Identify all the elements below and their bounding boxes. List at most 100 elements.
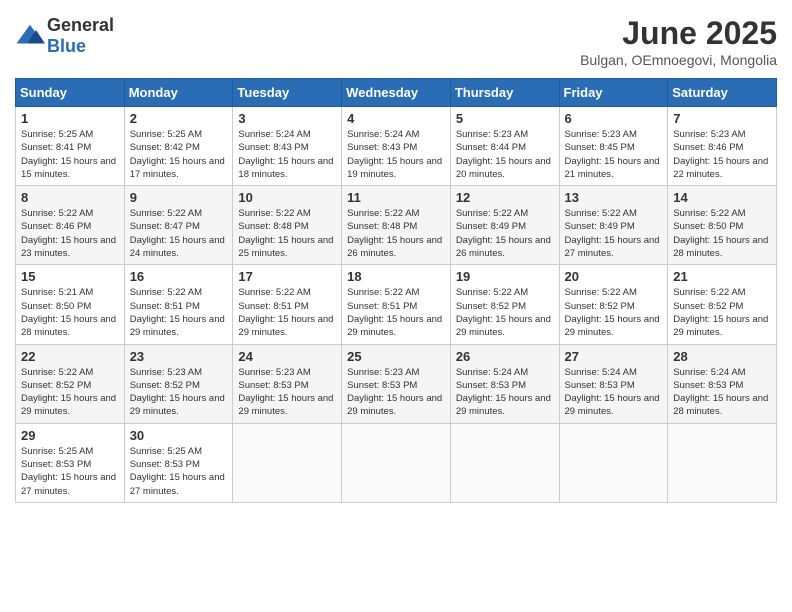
sunset-label: Sunset: 8:46 PM <box>673 142 743 153</box>
sunrise-label: Sunrise: 5:24 AM <box>456 367 528 378</box>
sunrise-label: Sunrise: 5:24 AM <box>673 367 745 378</box>
day-info: Sunrise: 5:23 AM Sunset: 8:52 PM Dayligh… <box>130 366 228 419</box>
calendar-cell: 24 Sunrise: 5:23 AM Sunset: 8:53 PM Dayl… <box>233 344 342 423</box>
sunset-label: Sunset: 8:48 PM <box>347 221 417 232</box>
sunset-label: Sunset: 8:43 PM <box>238 142 308 153</box>
sunset-label: Sunset: 8:46 PM <box>21 221 91 232</box>
sunrise-label: Sunrise: 5:22 AM <box>456 208 528 219</box>
day-number: 1 <box>21 111 119 126</box>
sunset-label: Sunset: 8:53 PM <box>456 380 526 391</box>
sunrise-label: Sunrise: 5:22 AM <box>238 208 310 219</box>
day-number: 19 <box>456 269 554 284</box>
sunrise-label: Sunrise: 5:24 AM <box>565 367 637 378</box>
calendar-cell: 21 Sunrise: 5:22 AM Sunset: 8:52 PM Dayl… <box>668 265 777 344</box>
sunrise-label: Sunrise: 5:24 AM <box>238 129 310 140</box>
calendar-cell: 12 Sunrise: 5:22 AM Sunset: 8:49 PM Dayl… <box>450 186 559 265</box>
header-tuesday: Tuesday <box>233 79 342 107</box>
sunset-label: Sunset: 8:44 PM <box>456 142 526 153</box>
day-number: 22 <box>21 349 119 364</box>
sunrise-label: Sunrise: 5:22 AM <box>21 367 93 378</box>
day-number: 25 <box>347 349 445 364</box>
calendar-title: June 2025 <box>580 15 777 52</box>
daylight-label: Daylight: 15 hours and 27 minutes. <box>565 235 660 259</box>
day-number: 2 <box>130 111 228 126</box>
sunset-label: Sunset: 8:52 PM <box>21 380 91 391</box>
daylight-label: Daylight: 15 hours and 28 minutes. <box>673 393 768 417</box>
day-info: Sunrise: 5:22 AM Sunset: 8:48 PM Dayligh… <box>347 207 445 260</box>
daylight-label: Daylight: 15 hours and 19 minutes. <box>347 156 442 180</box>
daylight-label: Daylight: 15 hours and 29 minutes. <box>673 314 768 338</box>
day-info: Sunrise: 5:22 AM Sunset: 8:50 PM Dayligh… <box>673 207 771 260</box>
calendar-body: 1 Sunrise: 5:25 AM Sunset: 8:41 PM Dayli… <box>16 107 777 503</box>
daylight-label: Daylight: 15 hours and 21 minutes. <box>565 156 660 180</box>
day-info: Sunrise: 5:22 AM Sunset: 8:47 PM Dayligh… <box>130 207 228 260</box>
week-row-3: 15 Sunrise: 5:21 AM Sunset: 8:50 PM Dayl… <box>16 265 777 344</box>
day-info: Sunrise: 5:24 AM Sunset: 8:53 PM Dayligh… <box>456 366 554 419</box>
day-number: 23 <box>130 349 228 364</box>
calendar-cell: 26 Sunrise: 5:24 AM Sunset: 8:53 PM Dayl… <box>450 344 559 423</box>
day-number: 17 <box>238 269 336 284</box>
sunset-label: Sunset: 8:52 PM <box>456 301 526 312</box>
logo-icon <box>15 21 45 51</box>
logo-text-general: General <box>47 15 114 35</box>
day-number: 4 <box>347 111 445 126</box>
day-number: 8 <box>21 190 119 205</box>
daylight-label: Daylight: 15 hours and 29 minutes. <box>21 393 116 417</box>
day-number: 16 <box>130 269 228 284</box>
daylight-label: Daylight: 15 hours and 27 minutes. <box>21 472 116 496</box>
header-saturday: Saturday <box>668 79 777 107</box>
daylight-label: Daylight: 15 hours and 25 minutes. <box>238 235 333 259</box>
sunrise-label: Sunrise: 5:23 AM <box>456 129 528 140</box>
sunrise-label: Sunrise: 5:25 AM <box>130 446 202 457</box>
day-number: 5 <box>456 111 554 126</box>
sunset-label: Sunset: 8:42 PM <box>130 142 200 153</box>
daylight-label: Daylight: 15 hours and 15 minutes. <box>21 156 116 180</box>
sunrise-label: Sunrise: 5:22 AM <box>456 287 528 298</box>
calendar-cell: 29 Sunrise: 5:25 AM Sunset: 8:53 PM Dayl… <box>16 423 125 502</box>
sunset-label: Sunset: 8:52 PM <box>673 301 743 312</box>
day-info: Sunrise: 5:24 AM Sunset: 8:43 PM Dayligh… <box>238 128 336 181</box>
week-row-5: 29 Sunrise: 5:25 AM Sunset: 8:53 PM Dayl… <box>16 423 777 502</box>
sunrise-label: Sunrise: 5:23 AM <box>347 367 419 378</box>
week-row-2: 8 Sunrise: 5:22 AM Sunset: 8:46 PM Dayli… <box>16 186 777 265</box>
week-row-1: 1 Sunrise: 5:25 AM Sunset: 8:41 PM Dayli… <box>16 107 777 186</box>
sunset-label: Sunset: 8:51 PM <box>238 301 308 312</box>
day-number: 21 <box>673 269 771 284</box>
calendar-cell: 10 Sunrise: 5:22 AM Sunset: 8:48 PM Dayl… <box>233 186 342 265</box>
sunrise-label: Sunrise: 5:23 AM <box>673 129 745 140</box>
logo: General Blue <box>15 15 114 57</box>
sunrise-label: Sunrise: 5:23 AM <box>238 367 310 378</box>
day-number: 6 <box>565 111 663 126</box>
sunset-label: Sunset: 8:53 PM <box>238 380 308 391</box>
sunrise-label: Sunrise: 5:22 AM <box>565 287 637 298</box>
sunset-label: Sunset: 8:50 PM <box>673 221 743 232</box>
header-wednesday: Wednesday <box>342 79 451 107</box>
sunset-label: Sunset: 8:53 PM <box>21 459 91 470</box>
sunrise-label: Sunrise: 5:22 AM <box>130 208 202 219</box>
calendar-cell: 5 Sunrise: 5:23 AM Sunset: 8:44 PM Dayli… <box>450 107 559 186</box>
calendar-cell: 14 Sunrise: 5:22 AM Sunset: 8:50 PM Dayl… <box>668 186 777 265</box>
header-row: SundayMondayTuesdayWednesdayThursdayFrid… <box>16 79 777 107</box>
calendar-table: SundayMondayTuesdayWednesdayThursdayFrid… <box>15 78 777 503</box>
daylight-label: Daylight: 15 hours and 26 minutes. <box>456 235 551 259</box>
day-number: 10 <box>238 190 336 205</box>
calendar-cell: 18 Sunrise: 5:22 AM Sunset: 8:51 PM Dayl… <box>342 265 451 344</box>
calendar-cell: 22 Sunrise: 5:22 AM Sunset: 8:52 PM Dayl… <box>16 344 125 423</box>
day-info: Sunrise: 5:22 AM Sunset: 8:46 PM Dayligh… <box>21 207 119 260</box>
calendar-cell: 28 Sunrise: 5:24 AM Sunset: 8:53 PM Dayl… <box>668 344 777 423</box>
day-info: Sunrise: 5:22 AM Sunset: 8:51 PM Dayligh… <box>347 286 445 339</box>
sunset-label: Sunset: 8:49 PM <box>456 221 526 232</box>
calendar-subtitle: Bulgan, OEmnoegovi, Mongolia <box>580 52 777 68</box>
sunset-label: Sunset: 8:53 PM <box>565 380 635 391</box>
sunset-label: Sunset: 8:53 PM <box>347 380 417 391</box>
calendar-cell: 20 Sunrise: 5:22 AM Sunset: 8:52 PM Dayl… <box>559 265 668 344</box>
day-info: Sunrise: 5:24 AM Sunset: 8:43 PM Dayligh… <box>347 128 445 181</box>
daylight-label: Daylight: 15 hours and 29 minutes. <box>130 314 225 338</box>
logo-text-blue: Blue <box>47 36 86 56</box>
calendar-cell: 27 Sunrise: 5:24 AM Sunset: 8:53 PM Dayl… <box>559 344 668 423</box>
sunset-label: Sunset: 8:52 PM <box>130 380 200 391</box>
day-info: Sunrise: 5:25 AM Sunset: 8:53 PM Dayligh… <box>130 445 228 498</box>
day-number: 27 <box>565 349 663 364</box>
day-info: Sunrise: 5:22 AM Sunset: 8:52 PM Dayligh… <box>565 286 663 339</box>
day-number: 14 <box>673 190 771 205</box>
